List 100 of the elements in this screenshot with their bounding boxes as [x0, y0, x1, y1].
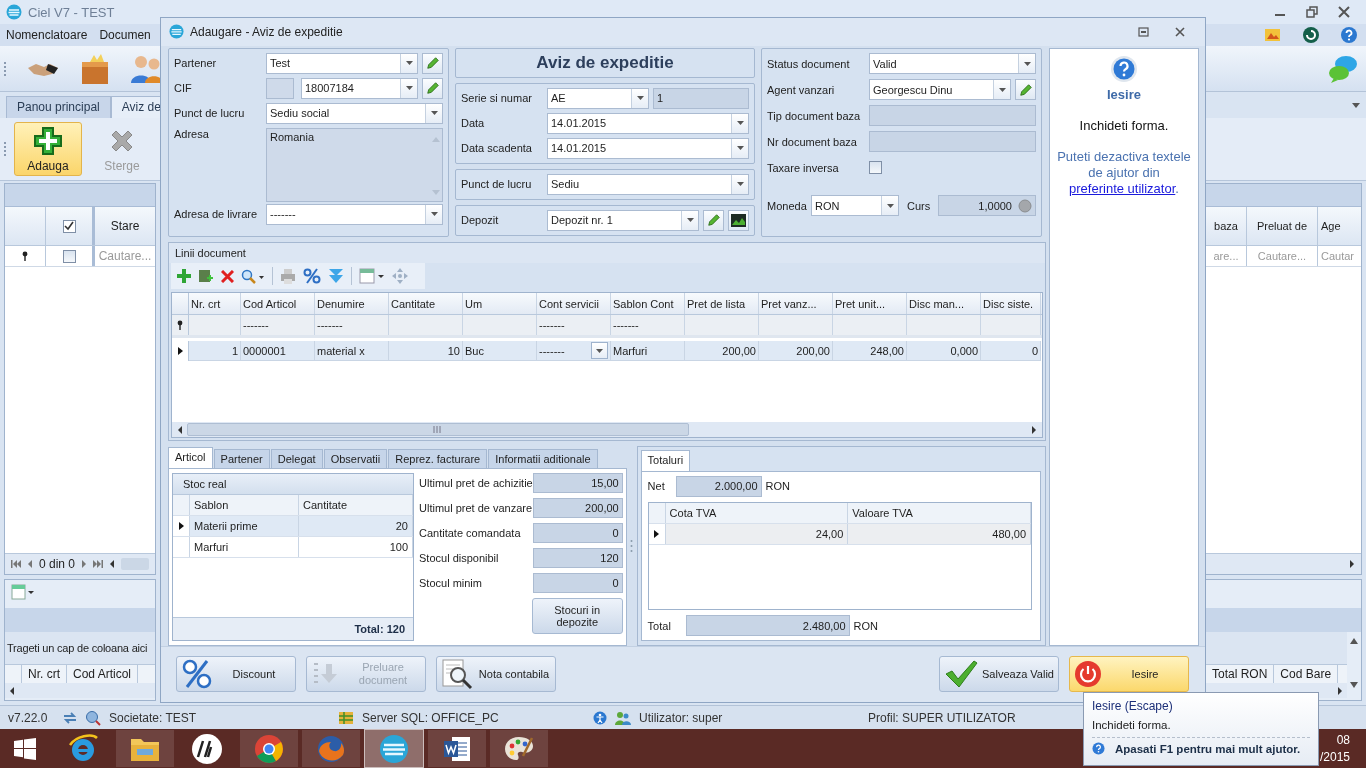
discount-button[interactable]: Discount — [176, 656, 296, 693]
column-header[interactable]: Pret unit... — [833, 293, 907, 315]
next-page-icon[interactable] — [81, 560, 88, 568]
restore-icon[interactable] — [1306, 6, 1318, 18]
tab[interactable]: Partener — [213, 449, 270, 468]
combo-field[interactable]: 18007184 — [301, 77, 418, 99]
address-field[interactable]: Romania — [266, 127, 443, 202]
combo-field[interactable]: RON — [811, 195, 899, 217]
column-header[interactable]: Age — [1318, 207, 1362, 245]
column-header[interactable]: Cota TVA — [665, 503, 849, 523]
column-header[interactable]: Valoare TVA — [848, 503, 1031, 523]
combo-field[interactable]: Sediu social — [266, 102, 443, 124]
combo-cell[interactable]: ------- — [537, 341, 611, 362]
column-header[interactable]: Pret vanz... — [759, 293, 833, 315]
column-header[interactable]: Disc man... — [907, 293, 981, 315]
dropdown-button[interactable] — [425, 103, 442, 123]
filter-cell[interactable]: ------- — [613, 319, 639, 332]
combo-field[interactable]: 14.01.2015 — [547, 137, 749, 159]
scroll-left-icon[interactable] — [9, 686, 15, 695]
tab[interactable]: Aviz de — [110, 96, 160, 118]
checkbox[interactable] — [869, 161, 882, 175]
add-button[interactable]: Adauga — [13, 122, 82, 176]
column-header[interactable]: Denumire — [315, 293, 389, 315]
edit-button[interactable] — [422, 52, 443, 74]
preferences-link[interactable]: preferinte utilizator — [1069, 180, 1176, 196]
restore-icon[interactable] — [1138, 26, 1149, 37]
filter-cell[interactable]: ------- — [317, 319, 343, 332]
tab[interactable]: Delegat — [270, 449, 323, 468]
scroll-down-icon[interactable] — [1350, 682, 1358, 688]
dropdown-button[interactable] — [731, 174, 748, 194]
edit-button[interactable] — [1015, 79, 1036, 101]
select-all-checkbox[interactable] — [62, 219, 76, 233]
combo-field[interactable]: Valid — [869, 53, 1036, 75]
column-header[interactable]: Um — [463, 293, 537, 315]
sync-icon[interactable] — [63, 711, 77, 724]
close-icon[interactable] — [1338, 6, 1350, 18]
edit-button[interactable] — [422, 77, 443, 99]
column-header[interactable]: Cod Articol — [241, 293, 315, 315]
column-header[interactable]: Sablon — [190, 495, 299, 515]
filter-checkbox[interactable] — [62, 249, 76, 263]
combo-field[interactable]: Depozit nr. 1 — [547, 209, 699, 231]
scroll-left-icon[interactable] — [177, 425, 183, 434]
scroll-up-icon[interactable] — [1350, 638, 1358, 644]
dropdown-button[interactable] — [1018, 54, 1035, 74]
combo-field[interactable]: Test — [266, 52, 418, 74]
column-header[interactable]: Pret de lista — [685, 293, 759, 315]
dropdown-button[interactable] — [631, 88, 648, 108]
dropdown-button[interactable] — [400, 78, 417, 98]
chart-button[interactable] — [728, 209, 749, 231]
column-header[interactable]: Preluat de — [1247, 207, 1318, 245]
prefix-field[interactable] — [266, 77, 294, 99]
exit-button[interactable]: Iesire — [1069, 656, 1189, 693]
tab[interactable]: Observatii — [323, 449, 388, 468]
menu-item[interactable]: Documen — [99, 28, 151, 42]
dropdown-button[interactable] — [400, 53, 417, 73]
dropdown-button[interactable] — [731, 113, 748, 133]
filter-cell[interactable]: ------- — [243, 319, 269, 332]
scrollbar-thumb[interactable] — [187, 423, 689, 436]
tab[interactable]: Panou principal — [6, 96, 111, 118]
save-button[interactable]: Salveaza Valid — [939, 656, 1059, 693]
dropdown-button[interactable] — [881, 196, 898, 216]
accessibility-icon[interactable] — [593, 710, 607, 725]
first-page-icon[interactable] — [11, 560, 21, 568]
sparkle-image-icon[interactable] — [1264, 27, 1282, 43]
tab[interactable]: Reprez. facturare — [388, 449, 488, 468]
users-icon[interactable] — [615, 710, 631, 725]
stocks-button[interactable]: Stocuri in depozite — [531, 598, 623, 634]
filter-cell[interactable]: ------- — [539, 319, 565, 332]
menu-item[interactable]: Nomenclatoare — [6, 28, 88, 42]
tab[interactable]: Articol — [168, 447, 213, 468]
last-page-icon[interactable] — [93, 560, 104, 568]
column-header[interactable]: Nr. crt — [189, 293, 241, 315]
column-header[interactable]: Cont servicii — [537, 293, 611, 315]
column-header[interactable]: Cantitate — [299, 495, 413, 515]
column-header[interactable]: Sablon Cont — [611, 293, 685, 315]
globe-search-icon[interactable] — [85, 709, 101, 726]
tab[interactable]: Informatii aditionale — [488, 449, 598, 468]
combo-field[interactable]: Georgescu Dinu — [869, 79, 1011, 101]
combo-field[interactable]: AE — [547, 87, 649, 109]
delete-row-button[interactable] — [219, 267, 236, 285]
add-row-button[interactable] — [175, 267, 193, 286]
column-chooser-icon[interactable] — [11, 584, 35, 600]
dropdown-button[interactable] — [425, 204, 442, 224]
ledger-button[interactable]: Nota contabila — [436, 656, 556, 693]
caret-icon[interactable] — [1352, 102, 1360, 108]
help-icon[interactable] — [1340, 26, 1358, 44]
dropdown-button[interactable] — [591, 342, 608, 360]
dropdown-button[interactable] — [993, 80, 1010, 100]
refresh-icon[interactable] — [1302, 26, 1320, 44]
taskbar-app[interactable] — [428, 730, 486, 767]
close-icon[interactable] — [1175, 26, 1185, 37]
combo-field[interactable]: 14.01.2015 — [547, 112, 749, 134]
taskbar-app[interactable] — [490, 730, 548, 767]
splitter-grip[interactable] — [630, 538, 634, 553]
scroll-right-icon[interactable] — [1337, 686, 1343, 695]
dropdown-button[interactable] — [681, 210, 698, 230]
tab[interactable]: Totaluri — [640, 450, 691, 471]
combo-field[interactable]: ------- — [266, 203, 443, 225]
column-header[interactable]: Disc siste. — [981, 293, 1041, 315]
scroll-left-icon[interactable] — [109, 560, 116, 568]
